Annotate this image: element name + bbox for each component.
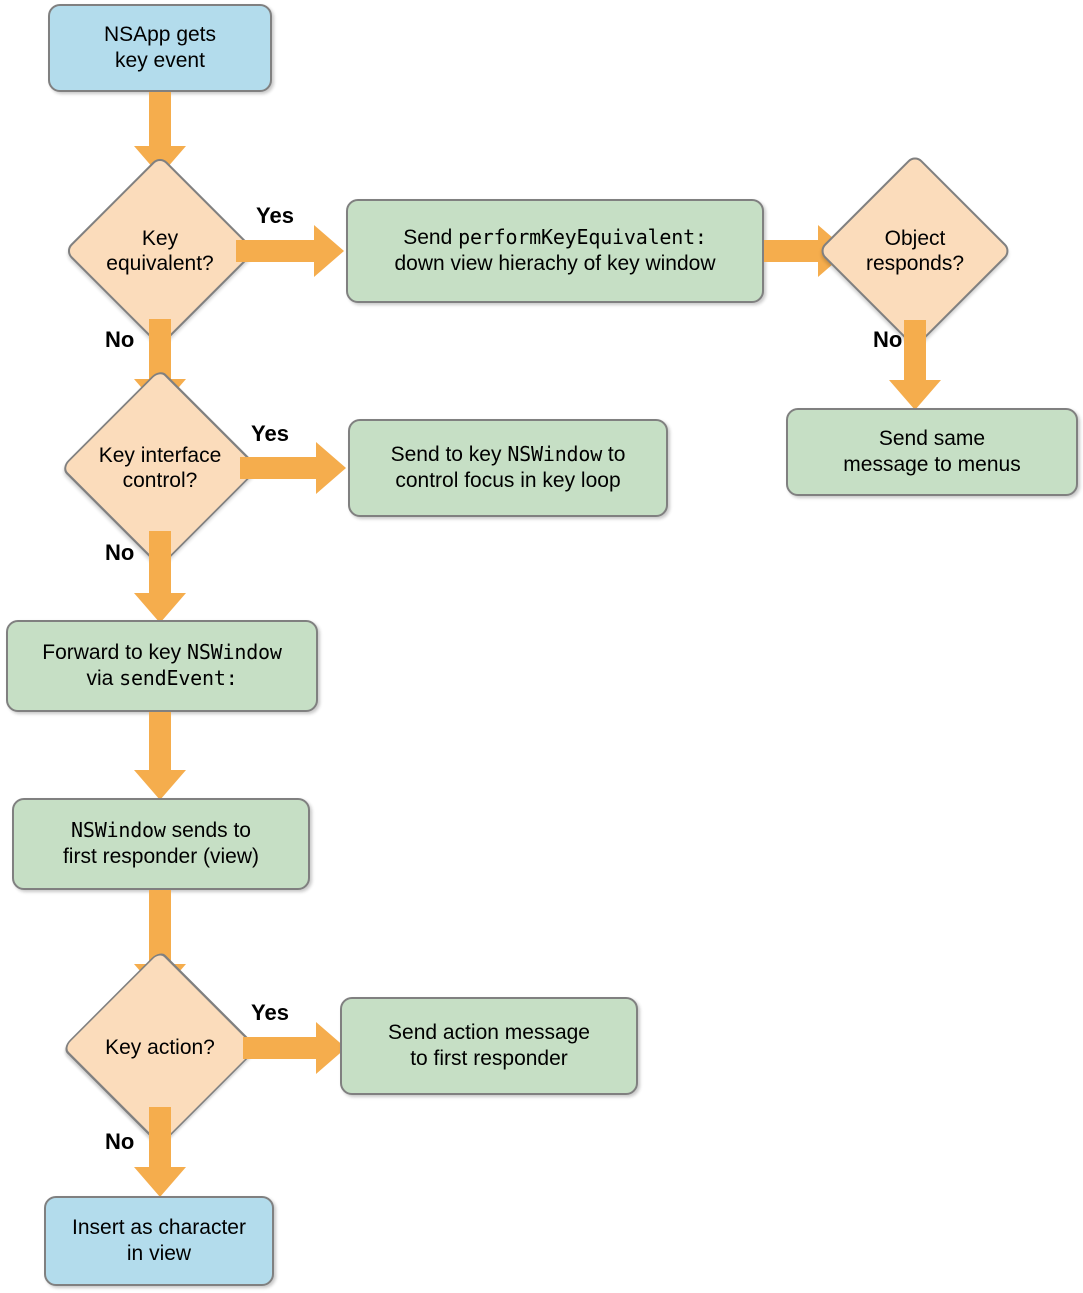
node-send-action-message: Send action message to first responder bbox=[340, 997, 638, 1095]
node-nsapp-gets-key-event: NSApp gets key event bbox=[48, 4, 272, 92]
arrow-shaft bbox=[764, 240, 818, 262]
arrow-shaft bbox=[240, 457, 316, 479]
node-nsapp-gets-key-event-line2: key event bbox=[115, 49, 205, 72]
node-send-same-message-line2: message to menus bbox=[843, 453, 1021, 476]
arrow-head bbox=[134, 770, 186, 800]
node-nswindow-sends-line1: NSWindow sends to bbox=[71, 818, 251, 843]
node-send-same-message-to-menus: Send same message to menus bbox=[786, 408, 1078, 496]
node-nswindow-sends-to-first-responder: NSWindow sends to first responder (view) bbox=[12, 798, 310, 890]
node-send-perform-key-equivalent: Send performKeyEquivalent: down view hie… bbox=[346, 199, 764, 303]
arrow-head bbox=[316, 442, 346, 494]
node-forward-to-key-nswindow-line2: via sendEvent: bbox=[86, 666, 238, 690]
arrow-shaft bbox=[149, 1107, 171, 1167]
arrow-forward-to-nswindow-sends bbox=[134, 712, 186, 800]
arrow-head bbox=[314, 225, 344, 277]
node-send-action-message-line1: Send action message bbox=[388, 1021, 590, 1045]
node-nsapp-gets-key-event-line1: NSApp gets bbox=[103, 23, 217, 47]
code-nswindow: NSWindow bbox=[507, 442, 603, 467]
node-forward-to-key-nswindow-line1: Forward to key NSWindow bbox=[42, 640, 282, 665]
node-insert-as-character-line1: Insert as character bbox=[72, 1216, 246, 1240]
arrow-shaft bbox=[149, 319, 171, 379]
arrow-head bbox=[134, 593, 186, 623]
node-key-equivalent-decision: Key equivalent? bbox=[63, 154, 257, 348]
code-perform-key-equivalent: performKeyEquivalent: bbox=[458, 225, 707, 250]
node-send-action-message-line2: to first responder bbox=[410, 1047, 568, 1070]
arrow-shaft bbox=[243, 1037, 316, 1059]
arrow-shaft bbox=[149, 712, 171, 770]
node-key-interface-control-decision: Key interface control? bbox=[60, 368, 260, 568]
arrow-shaft bbox=[149, 92, 171, 146]
code-nswindow: NSWindow bbox=[71, 818, 166, 843]
node-insert-as-character-line2: in view bbox=[126, 1242, 192, 1265]
node-object-responds-decision: Object responds? bbox=[817, 153, 1013, 349]
arrow-head bbox=[889, 380, 941, 410]
arrow-shaft bbox=[904, 320, 926, 380]
code-send-event: sendEvent: bbox=[119, 666, 238, 690]
node-send-perform-key-equivalent-line1: Send performKeyEquivalent: bbox=[403, 225, 707, 250]
arrow-shaft bbox=[236, 240, 314, 262]
arrow-key-action-yes bbox=[243, 1022, 346, 1074]
node-key-action-decision: Key action? bbox=[61, 949, 259, 1147]
branch-label-key-action-no: No bbox=[105, 1129, 135, 1154]
node-send-to-key-nswindow-line2: control focus in key loop bbox=[395, 469, 621, 492]
node-send-to-key-nswindow: Send to key NSWindow to control focus in… bbox=[348, 419, 668, 517]
arrow-shaft bbox=[149, 531, 171, 593]
arrow-object-responds-no bbox=[889, 320, 941, 410]
node-send-to-key-nswindow-line1: Send to key NSWindow to bbox=[390, 442, 626, 467]
branch-label-key-interface-control-no: No bbox=[105, 540, 135, 565]
arrow-head bbox=[134, 1167, 186, 1197]
arrow-key-action-no bbox=[134, 1107, 186, 1197]
arrow-key-interface-control-yes bbox=[240, 442, 346, 494]
node-send-same-message-line1: Send same bbox=[878, 427, 986, 451]
branch-label-key-equivalent-no: No bbox=[105, 327, 135, 352]
arrow-key-interface-control-no bbox=[134, 531, 186, 623]
node-insert-as-character: Insert as character in view bbox=[44, 1196, 274, 1286]
code-nswindow: NSWindow bbox=[186, 640, 282, 665]
flowchart-canvas: NSApp gets key event Key equivalent? Yes… bbox=[0, 0, 1083, 1293]
node-forward-to-key-nswindow: Forward to key NSWindow via sendEvent: bbox=[6, 620, 318, 712]
node-send-perform-key-equivalent-line2: down view hierachy of key window bbox=[394, 252, 716, 275]
arrow-key-equivalent-yes bbox=[236, 225, 344, 277]
node-nswindow-sends-line2: first responder (view) bbox=[62, 845, 260, 868]
